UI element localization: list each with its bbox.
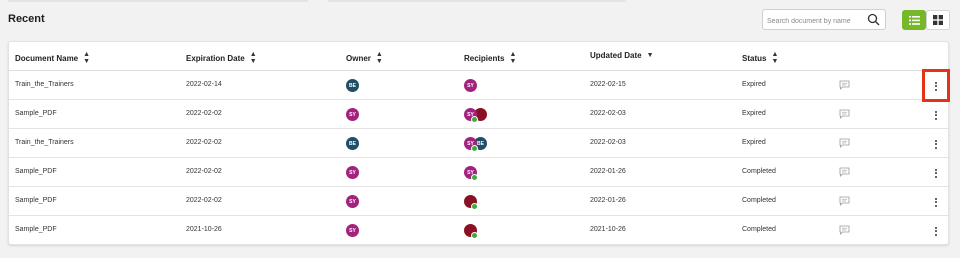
expiration-date: 2022-02-02 bbox=[186, 168, 222, 175]
updated-date: 2022-02-03 bbox=[590, 139, 626, 146]
more-options-icon[interactable] bbox=[931, 166, 941, 180]
updated-date: 2022-02-03 bbox=[590, 110, 626, 117]
table-row[interactable]: Sample_PDF 2022-02-02 2022-01-26 Completed S… bbox=[9, 158, 948, 187]
list-view-button[interactable] bbox=[902, 10, 926, 30]
status-text: Completed bbox=[742, 168, 776, 175]
column-recipients[interactable]: Recipients ▲ ▼ bbox=[464, 51, 516, 65]
more-options-icon[interactable] bbox=[931, 224, 941, 238]
sort-icon: ▲ ▼ bbox=[771, 51, 779, 65]
column-expiration-date[interactable]: Expiration Date ▲ ▼ bbox=[186, 51, 257, 65]
highlight-box bbox=[922, 69, 950, 102]
top-divider bbox=[8, 0, 308, 2]
sort-icon: ▲ ▼ bbox=[249, 51, 257, 65]
expiration-date: 2022-02-02 bbox=[186, 110, 222, 117]
expiration-date: 2022-02-02 bbox=[186, 139, 222, 146]
list-view-icon bbox=[908, 15, 920, 25]
owner-avatar: BE bbox=[346, 137, 359, 150]
document-name[interactable]: Sample_PDF bbox=[15, 226, 57, 233]
status-text: Expired bbox=[742, 139, 766, 146]
column-status[interactable]: Status ▲ ▼ bbox=[742, 51, 778, 65]
column-owner[interactable]: Owner ▲ ▼ bbox=[346, 51, 383, 65]
recipient-avatar: SY bbox=[464, 79, 477, 92]
table-header: Document Name ▲ ▼ Expiration Date ▲ ▼ Owner ▲… bbox=[9, 42, 948, 71]
signed-check-icon bbox=[471, 145, 478, 152]
comment-icon[interactable] bbox=[839, 196, 850, 206]
comment-icon[interactable] bbox=[839, 109, 850, 119]
owner-avatar: SY bbox=[346, 108, 359, 121]
expiration-date: 2021-10-26 bbox=[186, 226, 222, 233]
sort-icon: ▲ ▼ bbox=[375, 51, 383, 65]
grid-view-button[interactable] bbox=[926, 10, 950, 30]
document-name[interactable]: Sample_PDF bbox=[15, 110, 57, 117]
expiration-date: 2022-02-14 bbox=[186, 81, 222, 88]
comment-icon[interactable] bbox=[839, 225, 850, 235]
status-text: Completed bbox=[742, 197, 776, 204]
status-text: Expired bbox=[742, 81, 766, 88]
search-icon[interactable] bbox=[867, 13, 880, 26]
owner-avatar: SY bbox=[346, 195, 359, 208]
table-row[interactable]: Train_the_Trainers 2022-02-14 2022-02-15 Ex… bbox=[9, 71, 948, 100]
grid-view-icon bbox=[933, 15, 943, 25]
updated-date: 2022-01-26 bbox=[590, 168, 626, 175]
search-input[interactable] bbox=[763, 12, 863, 31]
updated-date: 2022-01-26 bbox=[590, 197, 626, 204]
more-options-icon[interactable] bbox=[931, 195, 941, 209]
table-row[interactable]: Sample_PDF 2022-02-02 2022-01-26 Completed S… bbox=[9, 187, 948, 216]
more-options-icon[interactable] bbox=[931, 108, 941, 122]
expiration-date: 2022-02-02 bbox=[186, 197, 222, 204]
search-box[interactable] bbox=[762, 9, 886, 31]
documents-table: Document Name ▲ ▼ Expiration Date ▲ ▼ Owner ▲… bbox=[8, 41, 949, 245]
signed-check-icon bbox=[471, 203, 478, 210]
comment-icon[interactable] bbox=[839, 138, 850, 148]
owner-avatar: BE bbox=[346, 79, 359, 92]
sort-icon: ▲ ▼ bbox=[83, 51, 91, 65]
comment-icon[interactable] bbox=[839, 80, 850, 90]
top-divider bbox=[328, 0, 626, 2]
sort-icon: ▲ ▼ bbox=[509, 51, 517, 65]
signed-check-icon bbox=[471, 116, 478, 123]
more-options-icon[interactable] bbox=[931, 137, 941, 151]
table-row[interactable]: Sample_PDF2022-02-022022-02-03ExpiredSYL… bbox=[9, 100, 948, 129]
recent-header: Recent bbox=[8, 9, 950, 31]
signed-check-icon bbox=[471, 174, 478, 181]
table-row[interactable]: Train_the_Trainers 2022-02-02 2022-02-03 Ex… bbox=[9, 129, 948, 158]
page-title: Recent bbox=[8, 13, 45, 25]
status-text: Expired bbox=[742, 110, 766, 117]
updated-date: 2022-02-15 bbox=[590, 81, 626, 88]
updated-date: 2021-10-26 bbox=[590, 226, 626, 233]
status-text: Completed bbox=[742, 226, 776, 233]
document-name[interactable]: Train_the_Trainers bbox=[15, 81, 74, 88]
comment-icon[interactable] bbox=[839, 167, 850, 177]
owner-avatar: SY bbox=[346, 224, 359, 237]
column-updated-date[interactable]: Updated Date ▼ bbox=[590, 51, 654, 60]
owner-avatar: SY bbox=[346, 166, 359, 179]
column-document-name[interactable]: Document Name ▲ ▼ bbox=[15, 51, 90, 65]
document-name[interactable]: Sample_PDF bbox=[15, 197, 57, 204]
document-name[interactable]: Sample_PDF bbox=[15, 168, 57, 175]
sort-desc-icon: ▼ bbox=[646, 52, 654, 59]
table-row[interactable]: Sample_PDF 2021-10-26 2021-10-26 Completed S… bbox=[9, 216, 948, 245]
document-name[interactable]: Train_the_Trainers bbox=[15, 139, 74, 146]
signed-check-icon bbox=[471, 232, 478, 239]
